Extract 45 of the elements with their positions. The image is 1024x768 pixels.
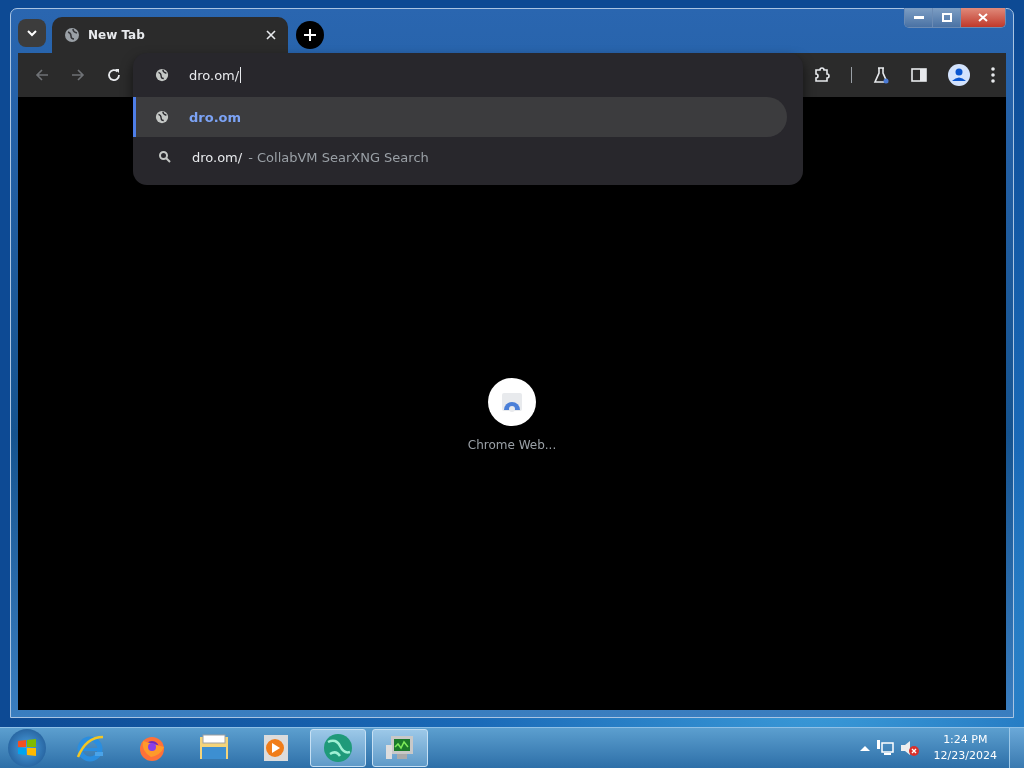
maximize-icon	[941, 13, 952, 22]
puzzle-icon[interactable]	[813, 66, 831, 84]
back-arrow-icon[interactable]	[34, 67, 50, 83]
suggestion-detail: - CollabVM SearXNG Search	[248, 149, 429, 165]
more-menu-icon[interactable]	[990, 66, 996, 84]
media-player-icon	[263, 734, 289, 762]
clock-time: 1:24 PM	[943, 732, 988, 748]
forward-arrow-icon[interactable]	[70, 67, 86, 83]
network-icon[interactable]	[875, 739, 894, 757]
suggestion-item[interactable]: dro.om/ - CollabVM SearXNG Search	[133, 137, 787, 177]
tab-search-button[interactable]	[18, 19, 46, 47]
app-icon-circle[interactable]	[488, 377, 536, 426]
muted-speaker-icon[interactable]	[899, 739, 920, 757]
new-tab-button[interactable]	[296, 21, 324, 49]
tab-title: New Tab	[88, 28, 146, 42]
globe-icon	[64, 27, 80, 43]
plus-icon	[304, 29, 316, 41]
clock[interactable]: 1:24 PM 12/23/2024	[933, 732, 997, 764]
globe-icon	[322, 732, 354, 764]
show-hidden-icons-icon[interactable]	[859, 745, 870, 751]
start-button[interactable]	[8, 729, 46, 767]
side-panel-icon[interactable]	[910, 66, 928, 84]
close-icon[interactable]	[266, 30, 276, 40]
profile-avatar-icon[interactable]	[948, 64, 970, 86]
taskbar-app[interactable]	[372, 729, 428, 767]
suggestion-item[interactable]: dro.om	[133, 97, 787, 137]
close-icon	[978, 13, 988, 22]
chevron-down-icon	[26, 27, 38, 39]
browser-tab[interactable]: New Tab	[52, 17, 288, 53]
close-button[interactable]	[961, 8, 1005, 27]
globe-icon	[155, 110, 169, 124]
maximize-button[interactable]	[933, 8, 961, 27]
minimize-button[interactable]	[905, 8, 933, 27]
loading-label: Chrome Web...	[467, 437, 557, 452]
flask-icon[interactable]	[872, 66, 890, 84]
taskbar-app[interactable]	[310, 729, 366, 767]
search-icon	[158, 150, 172, 164]
globe-icon	[155, 68, 169, 82]
show-desktop-button[interactable]	[1009, 728, 1024, 768]
address-field[interactable]: dro.om/	[189, 67, 242, 83]
clock-date: 12/23/2024	[933, 748, 997, 764]
minimize-icon	[913, 15, 924, 20]
windows-logo-icon	[17, 738, 37, 758]
reload-icon[interactable]	[106, 67, 122, 83]
browser-e-icon	[75, 733, 105, 763]
